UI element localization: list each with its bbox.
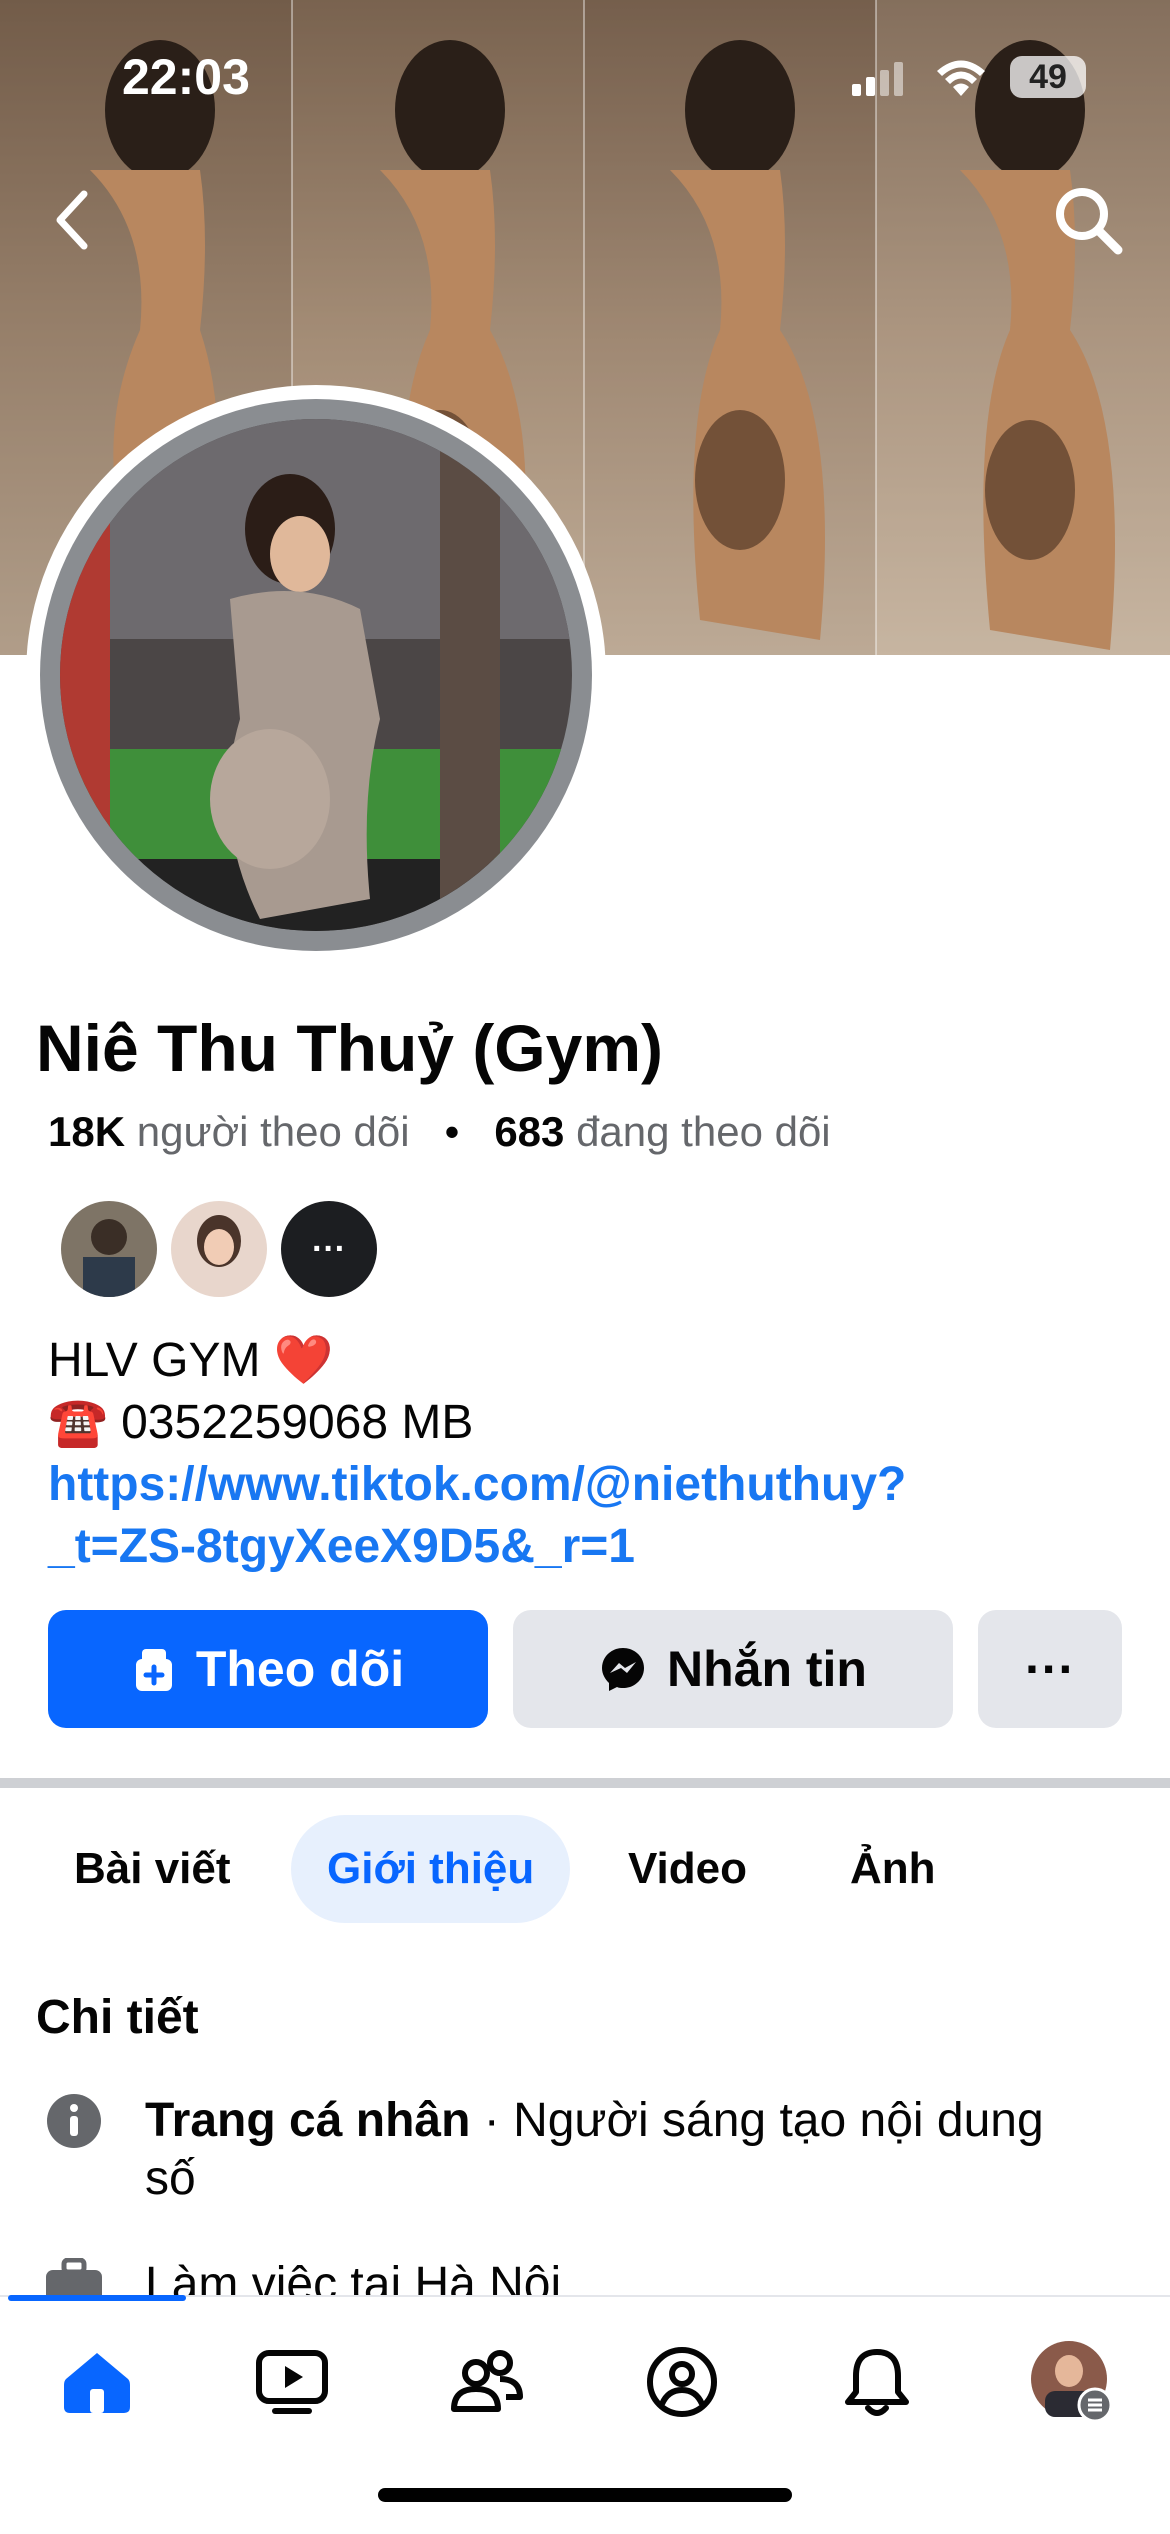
- tab-about[interactable]: Giới thiệu: [291, 1815, 571, 1923]
- wifi-icon: [937, 60, 985, 96]
- profile-name: Niê Thu Thuỷ (Gym): [36, 1011, 663, 1085]
- nav-video[interactable]: [247, 2337, 337, 2427]
- nav-notifications[interactable]: [832, 2337, 922, 2427]
- mutual-avatar[interactable]: [168, 1198, 270, 1300]
- followers-label[interactable]: người theo dõi: [137, 1108, 410, 1155]
- home-icon: [64, 2353, 130, 2413]
- status-bar: 22:03 49: [0, 0, 1170, 150]
- follow-button[interactable]: Theo dõi: [48, 1610, 488, 1728]
- detail-page-type: Trang cá nhân · Người sáng tạo nội dung …: [145, 2092, 1105, 2208]
- bio-line-title: HLV GYM ❤️: [48, 1334, 334, 1387]
- follow-stats: 18K người theo dõi • 683 đang theo dõi: [48, 1108, 831, 1156]
- home-indicator: [378, 2488, 792, 2502]
- following-count[interactable]: 683: [494, 1108, 564, 1155]
- tab-video[interactable]: Video: [592, 1815, 783, 1923]
- details-title: Chi tiết: [36, 1991, 199, 2044]
- bio-link-line1[interactable]: https://www.tiktok.com/@niethuthuy?: [48, 1454, 906, 1516]
- followers-count[interactable]: 18K: [48, 1108, 125, 1155]
- nav-home[interactable]: [52, 2337, 142, 2427]
- profile-icon: [647, 2347, 717, 2417]
- message-label: Nhắn tin: [667, 1641, 867, 1697]
- bell-icon: [845, 2349, 909, 2416]
- follow-icon: [132, 1645, 176, 1693]
- friends-icon: [451, 2350, 523, 2412]
- status-time: 22:03: [122, 49, 250, 105]
- bio-link-line2[interactable]: _t=ZS-8tgyXeeX9D5&_r=1: [48, 1516, 906, 1578]
- tab-posts[interactable]: Bài viết: [38, 1815, 267, 1923]
- cellular-signal-icon: [852, 62, 903, 96]
- detail-page-type-label: Trang cá nhân: [145, 2094, 471, 2147]
- nav-friends[interactable]: [442, 2337, 532, 2427]
- tab-photos[interactable]: Ảnh: [814, 1815, 972, 1923]
- back-icon: [56, 190, 88, 250]
- mutual-avatar[interactable]: [58, 1198, 160, 1300]
- messenger-icon: [599, 1645, 647, 1693]
- message-button[interactable]: Nhắn tin: [513, 1610, 953, 1728]
- info-icon: [47, 2094, 101, 2148]
- back-button[interactable]: [44, 180, 104, 260]
- avatar-photo: [60, 419, 572, 931]
- avatar-image: [60, 419, 572, 931]
- more-options-button[interactable]: ···: [978, 1610, 1122, 1728]
- more-mutuals-button[interactable]: ···: [278, 1198, 380, 1300]
- video-icon: [256, 2350, 328, 2414]
- following-label[interactable]: đang theo dõi: [576, 1108, 831, 1155]
- nav-active-indicator: [8, 2295, 186, 2301]
- profile-avatar[interactable]: [26, 385, 606, 965]
- bio: HLV GYM ❤️ ☎️ 0352259068 MB https://www.…: [48, 1330, 906, 1578]
- stats-separator: •: [444, 1108, 460, 1155]
- menu-avatar: [1031, 2341, 1113, 2423]
- bio-link[interactable]: https://www.tiktok.com/@niethuthuy? _t=Z…: [48, 1454, 906, 1578]
- section-divider: [0, 1778, 1170, 1788]
- nav-menu-avatar[interactable]: [1027, 2337, 1117, 2427]
- bio-line-phone: ☎️ 0352259068 MB: [48, 1396, 474, 1449]
- search-icon: [1056, 188, 1123, 255]
- nav-profile[interactable]: [637, 2337, 727, 2427]
- search-button[interactable]: [1048, 180, 1128, 260]
- battery-indicator: 49: [1010, 56, 1086, 98]
- follow-label: Theo dõi: [195, 1641, 405, 1697]
